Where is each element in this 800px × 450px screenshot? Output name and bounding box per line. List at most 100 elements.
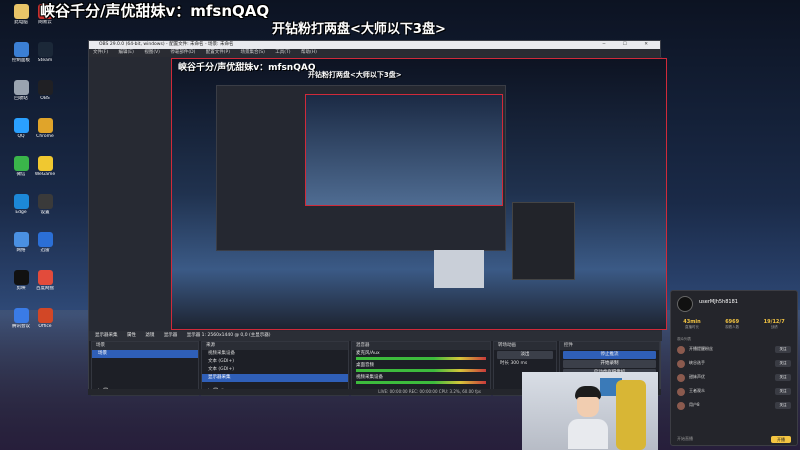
viewer-row: 用户8 关注: [671, 399, 797, 413]
stat-viewers: 6969 观看人数: [725, 319, 739, 335]
follow-button[interactable]: 关注: [775, 374, 791, 381]
app-icon: [37, 232, 53, 247]
source-item[interactable]: 文本 (GDI+): [202, 358, 348, 366]
go-live-button[interactable]: 开播: [771, 436, 791, 443]
window-controls[interactable]: ─ ☐ ✕: [603, 41, 656, 49]
preview-overlay-title: 峡谷千分/声优甜妹v：mfsnQAQ: [178, 63, 316, 73]
viewer-avatar: [677, 402, 685, 410]
viewer-name: 甜妹声优: [689, 374, 705, 379]
preview-live-panel: [512, 202, 575, 280]
menu-profile[interactable]: 配置文件(P): [206, 50, 230, 55]
follow-button[interactable]: 关注: [775, 346, 791, 353]
viewer-name: 用户8: [689, 402, 700, 407]
app-icon: [37, 270, 53, 285]
viewer-name: 王者观众: [689, 388, 705, 393]
footer-text: 开始直播: [677, 436, 693, 441]
app-icon: [37, 194, 53, 209]
desktop-icon[interactable]: 设置: [26, 192, 64, 226]
window-title: OBS 29.0.0 (64-bit, windows) - 配置文件: 未命名…: [99, 42, 234, 47]
live-panel-footer: 开始直播 开播: [671, 433, 797, 445]
overlay-title: 峡谷千分/声优甜妹v：mfsnQAQ: [40, 2, 270, 20]
menu-tools[interactable]: 工具(T): [275, 50, 290, 55]
menu-file[interactable]: 文件(F): [93, 50, 108, 55]
scenes-dock: 场景 场景 ＋ 🗑 ∧ ∨: [91, 341, 199, 396]
menu-view[interactable]: 视图(V): [144, 50, 160, 55]
desktop-icon-label: 百度网盘: [36, 286, 54, 291]
desktop-icon[interactable]: Chrome: [26, 116, 64, 150]
stat-label: 观看人数: [725, 325, 740, 329]
app-icon: [37, 118, 53, 133]
properties-button[interactable]: 属性: [127, 333, 136, 338]
source-toolbar: 显示器采集 属性 滤镜 显示器 显示器 1: 2560x1440 @ 0,0 (…: [89, 331, 662, 341]
mixer-channel: 视频采集设备: [352, 374, 490, 386]
obs-window: OBS 29.0.0 (64-bit, windows) - 配置文件: 未命名…: [88, 40, 667, 396]
webcam-feed: [522, 372, 658, 450]
nested-preview-frame: [305, 94, 503, 206]
preview-source-frame[interactable]: 峡谷千分/声优甜妹v：mfsnQAQ 开钻粉打两盘<大师以下3盘>: [171, 58, 667, 330]
source-item[interactable]: 显示器采集: [202, 374, 348, 382]
desktop-icon[interactable]: Steam: [26, 40, 64, 74]
stat-duration: 43min 直播时长: [683, 319, 700, 335]
start-recording-button[interactable]: 开始录制: [563, 360, 656, 368]
display-label: 显示器: [163, 333, 178, 338]
stat-label: 战绩: [770, 325, 778, 329]
app-icon: [37, 42, 53, 57]
desktop-icon[interactable]: OBS: [26, 78, 64, 112]
sources-dock: 来源 视频采集设备 文本 (GDI+) 文本 (GDI+) 显示器采集 ＋ 🗑 …: [201, 341, 349, 396]
mixer-dock-title: 混音器: [352, 342, 490, 350]
viewer-row: 开播提醒粉丝 关注: [671, 343, 797, 357]
desktop-icons: 此电脑 网易云 控制面板 Steam 回收站 OBS QQ Chrome 微信 WeGame Edg…: [0, 0, 86, 450]
viewer-row: 甜妹声优 关注: [671, 371, 797, 385]
audio-mixer-dock: 混音器 麦克风/Aux 桌面音频 视频采集设备: [351, 341, 491, 396]
desktop-icon-label: OBS: [40, 96, 50, 101]
live-panel-header: userMJh5h8181: [671, 291, 797, 319]
viewer-row: 王者观众 关注: [671, 385, 797, 399]
preview-canvas[interactable]: 峡谷千分/声优甜妹v：mfsnQAQ 开钻粉打两盘<大师以下3盘>: [89, 57, 667, 331]
scenes-dock-title: 场景: [92, 342, 198, 350]
volume-meter: [356, 369, 486, 372]
overlay-subtitle: 开钻粉打两盘<大师以下3盘>: [272, 22, 446, 37]
scene-item[interactable]: 场景: [92, 350, 198, 358]
desktop-icon[interactable]: 百度网盘: [26, 268, 64, 302]
viewer-name: 峡谷选手: [689, 360, 705, 365]
menu-docks[interactable]: 停靠部件(D): [170, 50, 195, 55]
username: userMJh5h8181: [699, 299, 738, 305]
menu-scene-collection[interactable]: 场景集合(S): [240, 50, 264, 55]
preview-webcam: [434, 250, 484, 288]
avatar[interactable]: [677, 296, 693, 312]
source-item[interactable]: 文本 (GDI+): [202, 366, 348, 374]
transition-select[interactable]: 淡出: [497, 351, 553, 359]
viewer-avatar: [677, 346, 685, 354]
gaming-chair: [616, 380, 646, 450]
stat-label: 直播时长: [684, 325, 699, 329]
menu-bar: 文件(F) 编辑(E) 视图(V) 停靠部件(D) 配置文件(P) 场景集合(S…: [89, 49, 660, 57]
follow-button[interactable]: 关注: [775, 360, 791, 367]
desktop-icon-label: WeGame: [34, 172, 56, 177]
source-name: 显示器采集: [95, 333, 118, 338]
follow-button[interactable]: 关注: [775, 388, 791, 395]
duration-value: 300 ms: [510, 361, 528, 366]
app-icon: [37, 80, 53, 95]
desktop-icon-label: Chrome: [36, 134, 54, 139]
desktop-icon[interactable]: WeGame: [26, 154, 64, 188]
transition-duration[interactable]: 时长 300 ms: [494, 360, 556, 368]
viewer-name: 开播提醒粉丝: [689, 346, 713, 351]
display-select[interactable]: 显示器 1: 2560x1440 @ 0,0 (主显示器): [187, 333, 271, 338]
stat-record: 19/12/7 战绩: [764, 319, 785, 335]
desktop-icon[interactable]: 迅雷: [26, 230, 64, 264]
menu-help[interactable]: 帮助(H): [301, 50, 317, 55]
viewer-avatar: [677, 388, 685, 396]
duration-label: 时长: [500, 361, 509, 366]
app-icon: [37, 156, 53, 171]
volume-meter: [356, 381, 486, 384]
app-icon: [37, 308, 53, 323]
desktop-icon-label: 设置: [40, 210, 50, 215]
source-item[interactable]: 视频采集设备: [202, 350, 348, 358]
desktop-icon-label: Office: [38, 324, 52, 329]
stop-streaming-button[interactable]: 停止推流: [563, 351, 656, 359]
desktop-icon[interactable]: Office: [26, 306, 64, 340]
filters-button[interactable]: 滤镜: [145, 333, 154, 338]
follow-button[interactable]: 关注: [775, 402, 791, 409]
preview-overlay-subtitle: 开钻粉打两盘<大师以下3盘>: [308, 71, 402, 79]
menu-edit[interactable]: 编辑(E): [119, 50, 134, 55]
